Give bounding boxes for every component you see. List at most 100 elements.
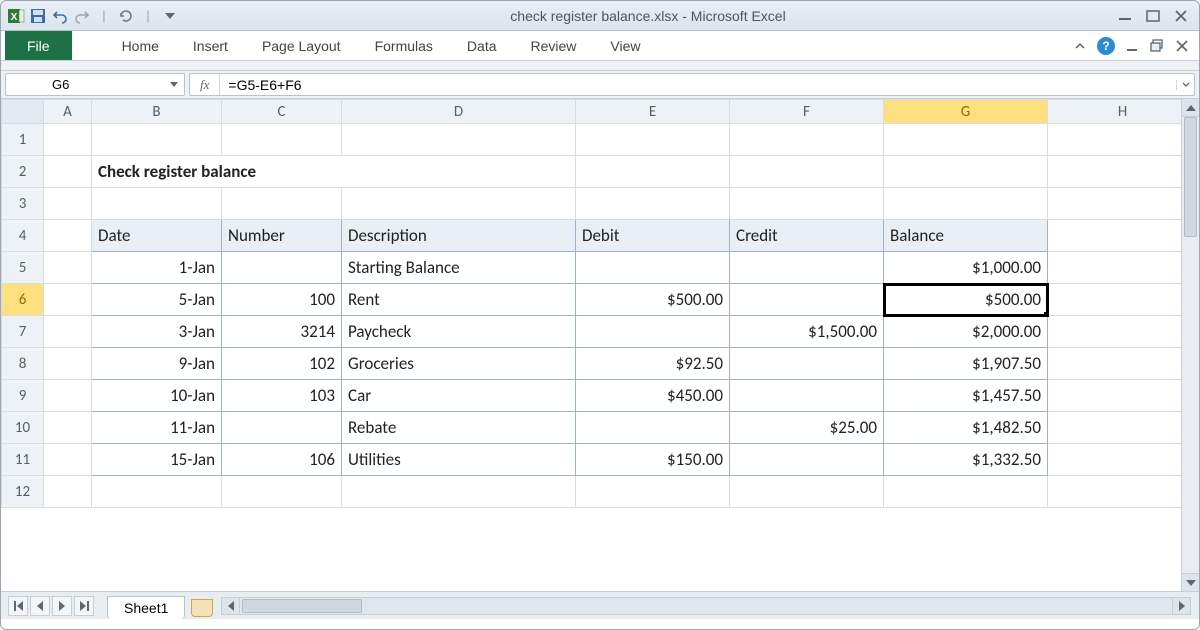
sheet-nav-next-icon[interactable] [52,596,72,616]
col-header-C[interactable]: C [222,100,342,124]
cell-date[interactable]: 10-Jan [92,380,222,412]
close-button[interactable] [1173,9,1189,23]
tab-view[interactable]: View [610,38,640,54]
cell-date[interactable]: 3-Jan [92,316,222,348]
formula-bar-expand-icon[interactable] [1176,80,1194,90]
scroll-thumb[interactable] [1184,117,1197,237]
cell-balance[interactable]: $1,457.50 [884,380,1048,412]
cell-balance[interactable]: $1,482.50 [884,412,1048,444]
tab-data[interactable]: Data [467,38,497,54]
sheet-nav-last-icon[interactable] [74,596,94,616]
redo-icon[interactable] [73,7,91,25]
row-header-1[interactable]: 1 [2,124,44,156]
cell-debit[interactable]: $450.00 [576,380,730,412]
cell-credit[interactable] [730,348,884,380]
cell-debit[interactable]: $150.00 [576,444,730,476]
tab-review[interactable]: Review [531,38,577,54]
workbook-close-icon[interactable] [1175,40,1189,52]
workbook-restore-icon[interactable] [1149,39,1165,53]
cell-number[interactable]: 3214 [222,316,342,348]
cell-number[interactable]: 103 [222,380,342,412]
horizontal-scrollbar[interactable] [221,597,1191,615]
cell-balance-selected[interactable]: $500.00 [884,284,1048,316]
cell-debit[interactable] [576,252,730,284]
col-header-A[interactable]: A [44,100,92,124]
sheet-tab-sheet1[interactable]: Sheet1 [107,596,185,619]
col-header-F[interactable]: F [730,100,884,124]
cell-description[interactable]: Groceries [342,348,576,380]
cell-credit[interactable]: $25.00 [730,412,884,444]
fx-icon[interactable]: fx [190,74,220,95]
tab-formulas[interactable]: Formulas [375,38,433,54]
cell-balance[interactable]: $2,000.00 [884,316,1048,348]
cell-number[interactable]: 106 [222,444,342,476]
undo-icon[interactable] [51,7,69,25]
sheet-nav-first-icon[interactable] [8,596,28,616]
scroll-right-icon[interactable] [1172,598,1190,614]
row-header-4[interactable]: 4 [2,220,44,252]
cell-balance[interactable]: $1,907.50 [884,348,1048,380]
row-header-5[interactable]: 5 [2,252,44,284]
row-header-2[interactable]: 2 [2,156,44,188]
cell-date[interactable]: 15-Jan [92,444,222,476]
cell-balance[interactable]: $1,332.50 [884,444,1048,476]
name-box[interactable]: G6 [5,73,185,96]
scroll-down-icon[interactable] [1182,573,1199,591]
cell-credit[interactable] [730,252,884,284]
cell-description[interactable]: Car [342,380,576,412]
spreadsheet-grid[interactable]: A B C D E F G H 1 2 Check re [1,99,1181,508]
select-all-cell[interactable] [2,100,44,124]
cell-number[interactable]: 100 [222,284,342,316]
cell-number[interactable] [222,252,342,284]
cell-date[interactable]: 9-Jan [92,348,222,380]
row-header-9[interactable]: 9 [2,380,44,412]
cell-description[interactable]: Rent [342,284,576,316]
cell-credit[interactable] [730,444,884,476]
hscroll-thumb[interactable] [242,599,362,613]
refresh-icon[interactable] [117,7,135,25]
cell-date[interactable]: 1-Jan [92,252,222,284]
col-header-D[interactable]: D [342,100,576,124]
ribbon-minimize-icon[interactable] [1073,39,1087,53]
scroll-up-icon[interactable] [1182,99,1199,117]
row-header-12[interactable]: 12 [2,476,44,508]
cell-description[interactable]: Utilities [342,444,576,476]
row-header-6[interactable]: 6 [2,284,44,316]
cell-description[interactable]: Starting Balance [342,252,576,284]
help-icon[interactable]: ? [1097,37,1115,55]
name-box-dropdown-icon[interactable] [170,82,178,87]
file-tab[interactable]: File [5,31,72,60]
cell-date[interactable]: 5-Jan [92,284,222,316]
cell-number[interactable] [222,412,342,444]
cell-date[interactable]: 11-Jan [92,412,222,444]
cell-debit[interactable] [576,316,730,348]
workbook-minimize-icon[interactable] [1125,40,1139,52]
cell-debit[interactable] [576,412,730,444]
cell-debit[interactable]: $92.50 [576,348,730,380]
cell-description[interactable]: Paycheck [342,316,576,348]
col-header-G[interactable]: G [884,100,1048,124]
minimize-button[interactable] [1117,9,1133,23]
maximize-button[interactable] [1145,9,1161,23]
tab-insert[interactable]: Insert [193,38,228,54]
row-header-8[interactable]: 8 [2,348,44,380]
col-header-E[interactable]: E [576,100,730,124]
row-header-3[interactable]: 3 [2,188,44,220]
cell-balance[interactable]: $1,000.00 [884,252,1048,284]
tab-page-layout[interactable]: Page Layout [262,38,341,54]
row-header-7[interactable]: 7 [2,316,44,348]
new-sheet-icon[interactable] [191,599,213,617]
cell-credit[interactable] [730,284,884,316]
vertical-scrollbar[interactable] [1181,99,1199,591]
cell-debit[interactable]: $500.00 [576,284,730,316]
row-header-10[interactable]: 10 [2,412,44,444]
cell-number[interactable]: 102 [222,348,342,380]
col-header-H[interactable]: H [1048,100,1182,124]
sheet-nav-prev-icon[interactable] [30,596,50,616]
qat-customize-icon[interactable] [161,7,179,25]
cell-description[interactable]: Rebate [342,412,576,444]
cell-credit[interactable] [730,380,884,412]
scroll-left-icon[interactable] [222,598,240,614]
row-header-11[interactable]: 11 [2,444,44,476]
save-icon[interactable] [29,7,47,25]
